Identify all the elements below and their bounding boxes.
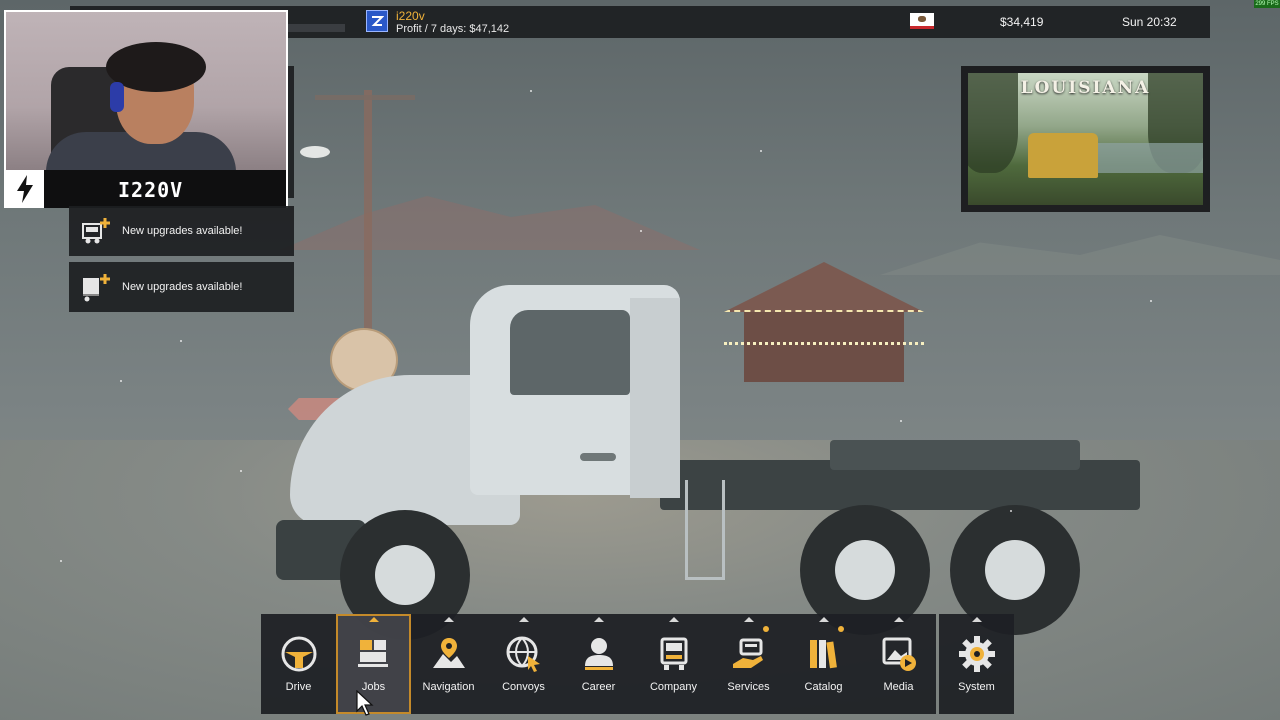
company-logo-icon[interactable] — [366, 10, 388, 32]
webcam-overlay: I220V — [4, 10, 288, 208]
submenu-arrow-icon — [971, 617, 982, 622]
utility-pole-crossbar — [315, 95, 415, 100]
truck-upgrade-icon — [81, 216, 111, 246]
map-pin-icon — [429, 634, 469, 674]
truck-front-icon — [654, 634, 694, 674]
fps-counter: 299 FPS — [1254, 0, 1280, 8]
progress-placeholder — [285, 24, 345, 32]
menu-item-media[interactable]: Media — [861, 614, 936, 714]
game-clock: Sun 20:32 — [1122, 15, 1177, 29]
background-mountain — [280, 196, 700, 250]
bank-balance: $34,419 — [1000, 15, 1044, 29]
notification-text: New upgrades available! — [122, 281, 243, 293]
notification-truck-upgrades[interactable]: New upgrades available! — [69, 206, 294, 256]
notification-trailer-upgrades[interactable]: New upgrades available! — [69, 262, 294, 312]
street-lamp — [300, 146, 330, 158]
submenu-arrow-icon — [443, 617, 454, 622]
globe-cursor-icon — [504, 634, 544, 674]
streamer-name: I220V — [118, 178, 184, 202]
submenu-arrow-icon — [668, 617, 679, 622]
menu-item-convoys[interactable]: Convoys — [486, 614, 561, 714]
location-title: LOUISIANA — [1020, 78, 1151, 98]
menu-item-company[interactable]: Company — [636, 614, 711, 714]
menu-item-label: Convoys — [502, 681, 545, 693]
system-menu-group: System — [939, 614, 1014, 714]
service-hand-icon — [729, 634, 769, 674]
person-icon — [579, 634, 619, 674]
background-mountain — [880, 235, 1280, 275]
location-card: LOUISIANA — [961, 66, 1210, 212]
menu-item-label: Career — [581, 681, 616, 693]
menu-item-catalog[interactable]: Catalog — [786, 614, 861, 714]
menu-item-label: Media — [883, 681, 914, 693]
weekly-profit: Profit / 7 days: $47,142 — [396, 23, 510, 35]
submenu-arrow-icon — [818, 617, 829, 622]
menu-item-label: Services — [727, 681, 770, 693]
webcam-video — [6, 12, 286, 170]
notification-text: New upgrades available! — [122, 225, 243, 237]
menu-item-drive[interactable]: Drive — [261, 614, 336, 714]
company-name: i220v — [396, 9, 425, 23]
california-flag-icon — [910, 13, 934, 29]
menu-item-navigation[interactable]: Navigation — [411, 614, 486, 714]
submenu-arrow-icon — [893, 617, 904, 622]
new-badge-dot — [763, 626, 769, 632]
menu-item-career[interactable]: Career — [561, 614, 636, 714]
new-badge-dot — [838, 626, 844, 632]
trailer-upgrade-icon — [81, 272, 111, 302]
submenu-arrow-icon — [743, 617, 754, 622]
player-truck — [270, 280, 1170, 640]
menu-item-label: System — [958, 681, 995, 693]
submenu-arrow-icon — [593, 617, 604, 622]
mouse-cursor-icon — [356, 690, 374, 716]
submenu-arrow-icon — [518, 617, 529, 622]
menu-item-label: Navigation — [422, 681, 475, 693]
submenu-arrow-icon — [368, 617, 379, 622]
gear-icon — [957, 634, 997, 674]
lightning-bolt-icon — [6, 170, 44, 208]
media-photo-icon — [879, 634, 919, 674]
menu-item-label: Catalog — [804, 681, 843, 693]
menu-item-label: Drive — [285, 681, 312, 693]
jobs-cargo-icon — [354, 634, 394, 674]
menu-item-system[interactable]: System — [939, 614, 1014, 714]
webcam-nameplate: I220V — [6, 170, 286, 208]
books-icon — [804, 634, 844, 674]
location-image: LOUISIANA — [968, 73, 1203, 205]
menu-item-label: Company — [649, 681, 698, 693]
menu-item-services[interactable]: Services — [711, 614, 786, 714]
steering-wheel-icon — [279, 634, 319, 674]
